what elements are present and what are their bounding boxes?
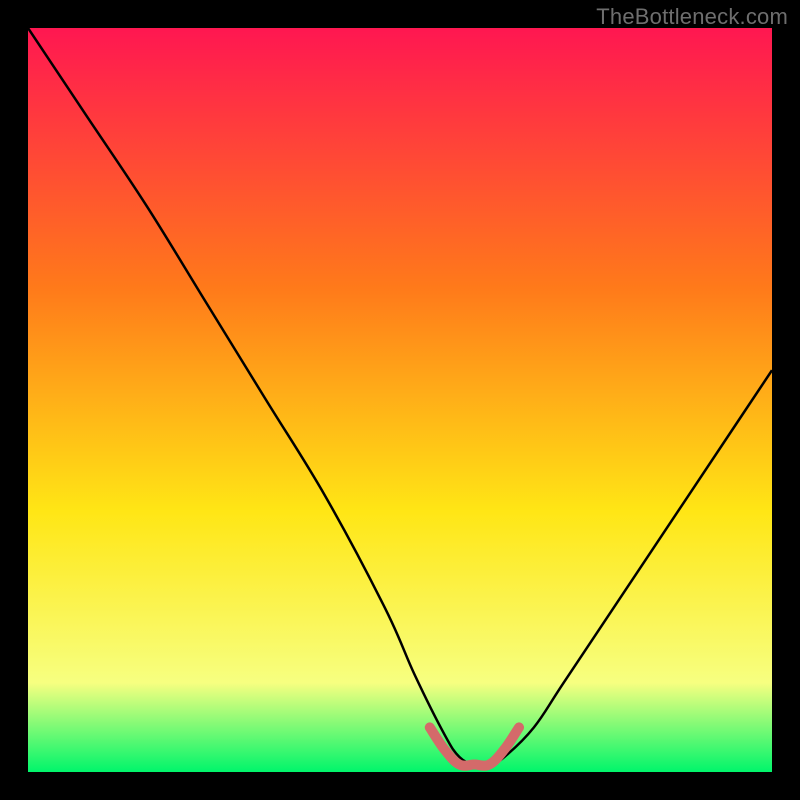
watermark-text: TheBottleneck.com bbox=[596, 4, 788, 30]
bottleneck-chart bbox=[28, 28, 772, 772]
chart-plot-area bbox=[28, 28, 772, 772]
gradient-background bbox=[28, 28, 772, 772]
